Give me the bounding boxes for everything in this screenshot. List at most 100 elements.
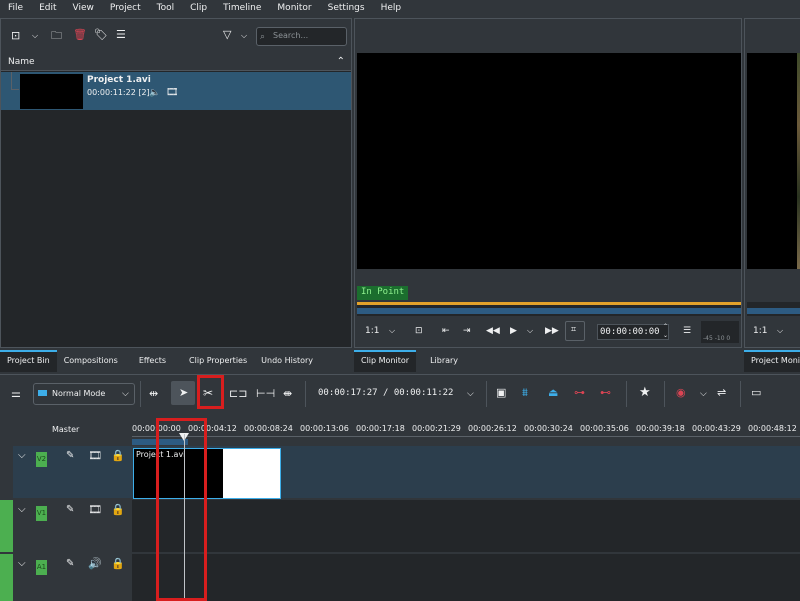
- play-icon[interactable]: ▶: [510, 326, 517, 336]
- record-icon[interactable]: ◉: [676, 386, 686, 400]
- filter-dropdown-icon[interactable]: ⌵: [241, 29, 247, 43]
- master-label[interactable]: Master: [52, 425, 79, 434]
- tag-icon[interactable]: 🏷: [94, 28, 108, 42]
- menu-settings[interactable]: Settings: [320, 3, 373, 13]
- timecode-spin-down-icon[interactable]: ⌄: [663, 332, 668, 339]
- track-name[interactable]: V1: [36, 506, 47, 521]
- filter-icon[interactable]: ▽: [223, 28, 231, 42]
- menu-clip[interactable]: Clip: [182, 3, 215, 13]
- track-name[interactable]: A1: [36, 560, 47, 575]
- ripple-tool-icon[interactable]: ⊢⊣: [256, 387, 275, 401]
- track-name[interactable]: V2: [36, 452, 47, 467]
- rewind-icon[interactable]: ◀◀: [486, 326, 500, 336]
- menu-edit[interactable]: Edit: [31, 3, 64, 13]
- extract-icon[interactable]: ⊶: [574, 386, 585, 400]
- crop-icon[interactable]: ⌗: [565, 321, 585, 341]
- add-clip-icon[interactable]: ⊡: [11, 29, 20, 43]
- record-chevron-icon[interactable]: ⌵: [700, 387, 707, 401]
- project-monitor-video[interactable]: [747, 53, 800, 269]
- zoom-chevron-icon[interactable]: ⌵: [389, 326, 395, 336]
- menu-view[interactable]: View: [65, 3, 102, 13]
- set-in-point-icon[interactable]: ⇤: [442, 326, 450, 336]
- effects-wand-icon[interactable]: ✎: [66, 450, 74, 461]
- remove-space-icon[interactable]: ⊷: [600, 386, 611, 400]
- project-zoom-chevron-icon[interactable]: ⌵: [777, 326, 783, 336]
- collapse-chevron-icon[interactable]: ⌵: [18, 450, 26, 461]
- effects-wand-icon[interactable]: ✎: [66, 504, 74, 515]
- hide-track-icon[interactable]: 🎞: [88, 503, 102, 516]
- thumbnail-view-icon[interactable]: ▭: [751, 386, 761, 400]
- timeline-area[interactable]: 00:00:00:00 00:00:04:12 00:00:08:24 00:0…: [132, 414, 800, 601]
- menu-monitor[interactable]: Monitor: [269, 3, 319, 13]
- search-input[interactable]: Search...: [256, 27, 347, 46]
- effects-wand-icon[interactable]: ✎: [66, 558, 74, 569]
- tab-library[interactable]: Library: [416, 350, 465, 372]
- folder-icon[interactable]: 🗀: [51, 29, 62, 43]
- tab-clip-monitor[interactable]: Clip Monitor: [354, 350, 417, 372]
- track-settings-icon[interactable]: ⚌: [11, 387, 21, 401]
- toolbar-separator: [140, 381, 141, 407]
- clip-timecode[interactable]: 00:00:00:00: [597, 324, 669, 340]
- tab-compositions[interactable]: Compositions: [57, 350, 125, 372]
- slip-tool-icon[interactable]: ⊏⊐: [229, 387, 247, 401]
- clip-monitor-ruler[interactable]: [357, 302, 741, 316]
- clip-monitor-video[interactable]: [357, 53, 741, 269]
- project-zoom-selector[interactable]: 1:1: [753, 326, 767, 336]
- ruler-tick-label: 00:00:43:29: [692, 424, 741, 433]
- lift-icon[interactable]: ⏏: [548, 386, 558, 400]
- ruler-tick-label: 00:00:48:12: [748, 424, 797, 433]
- set-out-point-icon[interactable]: ⇥: [463, 326, 471, 336]
- track-header-v1[interactable]: ⌵ V1 ✎ 🎞 🔒: [0, 500, 132, 552]
- tab-project-monitor[interactable]: Project Monitor: [744, 350, 800, 372]
- collapse-chevron-icon[interactable]: ⌵: [18, 504, 26, 515]
- safe-zone-icon[interactable]: ⊡: [415, 326, 423, 336]
- menu-file[interactable]: File: [0, 3, 31, 13]
- lock-icon[interactable]: 🔒: [111, 557, 125, 570]
- zoom-selector[interactable]: 1:1: [365, 326, 379, 336]
- menu-project[interactable]: Project: [102, 3, 149, 13]
- clip-duration: 00:00:11:22 [2]: [87, 88, 150, 97]
- track-header-a1[interactable]: ⌵ A1 ✎ 🔊 🔒: [0, 554, 132, 601]
- timecode-spin-icon[interactable]: ⌃: [663, 323, 668, 330]
- mixer-icon[interactable]: ⇌: [717, 386, 726, 400]
- timeline-ruler[interactable]: 00:00:00:00 00:00:04:12 00:00:08:24 00:0…: [132, 414, 800, 446]
- track-v1-lane[interactable]: [132, 500, 800, 552]
- track-header-v2[interactable]: ⌵ V2 ✎ 🎞 🔒: [0, 446, 132, 498]
- tab-clip-properties[interactable]: Clip Properties: [173, 350, 254, 372]
- lock-icon[interactable]: 🔒: [111, 449, 125, 462]
- insert-icon[interactable]: ▣: [496, 386, 506, 400]
- multicam-tool-icon[interactable]: ⇼: [283, 387, 292, 401]
- chevron-down-icon[interactable]: ⌵: [32, 29, 38, 43]
- tab-project-bin[interactable]: Project Bin: [0, 350, 57, 372]
- menu-timeline[interactable]: Timeline: [215, 3, 269, 13]
- favorite-star-icon[interactable]: ★: [639, 386, 651, 400]
- ruler-tick-label: 00:00:35:06: [580, 424, 629, 433]
- bin-toolbar: ⊡ ⌵ 🗀 🗑 🏷 ☰ ▽ ⌵ Search... ⌕: [1, 19, 351, 55]
- tab-undo-history[interactable]: Undo History: [254, 350, 320, 372]
- spacer-tool-icon[interactable]: ⇹: [149, 387, 158, 401]
- menu-help[interactable]: Help: [373, 3, 410, 13]
- selection-tool-icon[interactable]: ➤: [171, 381, 195, 405]
- mute-audio-icon[interactable]: 🔊: [88, 557, 102, 570]
- play-options-icon[interactable]: ⌵: [527, 326, 533, 336]
- delete-icon[interactable]: 🗑: [73, 28, 87, 42]
- track-a1-lane[interactable]: [132, 554, 800, 601]
- edit-mode-select[interactable]: Normal Mode: [33, 383, 135, 405]
- bin-clip-item[interactable]: Project 1.avi 00:00:11:22 [2] 🔈 🎞: [1, 72, 351, 110]
- menu-icon[interactable]: ☰: [116, 28, 126, 42]
- overwrite-icon[interactable]: ⩩: [522, 386, 528, 400]
- monitor-menu-icon[interactable]: ☰: [683, 326, 691, 336]
- name-column-label: Name: [8, 57, 35, 67]
- project-monitor-ruler[interactable]: [747, 302, 800, 316]
- tab-effects[interactable]: Effects: [125, 350, 173, 372]
- timeline-timecode: 00:00:17:27 / 00:00:11:22: [318, 388, 454, 398]
- chevron-up-icon[interactable]: ⌃: [337, 56, 345, 67]
- lock-icon[interactable]: 🔒: [111, 503, 125, 516]
- mode-chevron-icon[interactable]: ⌵: [122, 387, 129, 401]
- hide-track-icon[interactable]: 🎞: [88, 449, 102, 462]
- forward-icon[interactable]: ▶▶: [545, 326, 559, 336]
- menu-tool[interactable]: Tool: [149, 3, 182, 13]
- timecode-chevron-icon[interactable]: ⌵: [467, 387, 474, 401]
- collapse-chevron-icon[interactable]: ⌵: [18, 558, 26, 569]
- bin-column-header[interactable]: Name ⌃: [1, 55, 351, 71]
